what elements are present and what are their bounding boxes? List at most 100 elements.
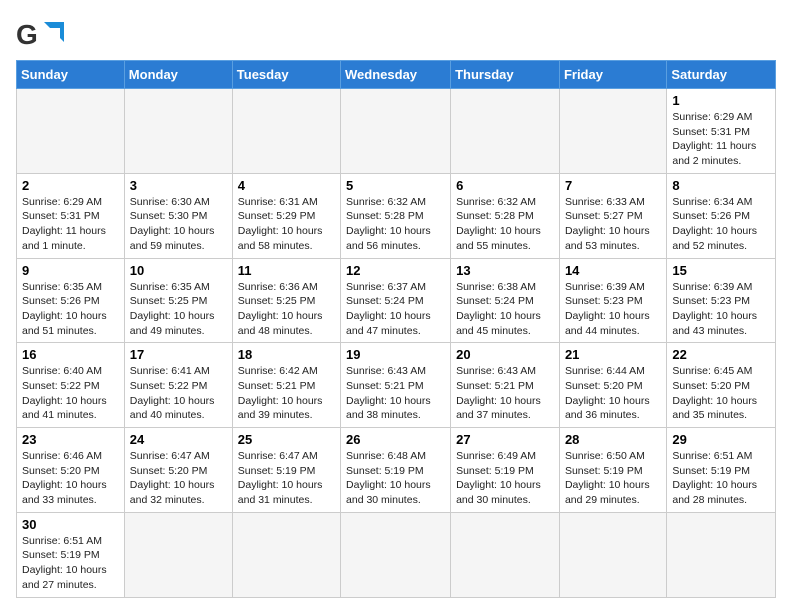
day-info: Sunrise: 6:42 AM Sunset: 5:21 PM Dayligh… (238, 364, 335, 423)
day-info: Sunrise: 6:35 AM Sunset: 5:26 PM Dayligh… (22, 280, 119, 339)
column-header-thursday: Thursday (451, 61, 560, 89)
day-info: Sunrise: 6:32 AM Sunset: 5:28 PM Dayligh… (456, 195, 554, 254)
week-row-5: 23 Sunrise: 6:46 AM Sunset: 5:20 PM Dayli… (17, 428, 776, 513)
day-info: Sunrise: 6:45 AM Sunset: 5:20 PM Dayligh… (672, 364, 770, 423)
day-info: Sunrise: 6:32 AM Sunset: 5:28 PM Dayligh… (346, 195, 445, 254)
logo-icon: G (16, 16, 68, 58)
day-info: Sunrise: 6:43 AM Sunset: 5:21 PM Dayligh… (346, 364, 445, 423)
day-info: Sunrise: 6:33 AM Sunset: 5:27 PM Dayligh… (565, 195, 661, 254)
week-row-4: 16 Sunrise: 6:40 AM Sunset: 5:22 PM Dayli… (17, 343, 776, 428)
calendar-cell: 6Sunrise: 6:32 AM Sunset: 5:28 PM Daylig… (451, 173, 560, 258)
day-number: 12 (346, 263, 445, 278)
day-number: 9 (22, 263, 119, 278)
day-info: Sunrise: 6:47 AM Sunset: 5:20 PM Dayligh… (130, 449, 227, 508)
calendar-cell: 12Sunrise: 6:37 AM Sunset: 5:24 PM Dayli… (341, 258, 451, 343)
calendar-cell: 4Sunrise: 6:31 AM Sunset: 5:29 PM Daylig… (232, 173, 340, 258)
calendar-cell: 18 Sunrise: 6:42 AM Sunset: 5:21 PM Dayli… (232, 343, 340, 428)
calendar-cell: 7 Sunrise: 6:33 AM Sunset: 5:27 PM Daylig… (559, 173, 666, 258)
day-info: Sunrise: 6:29 AM Sunset: 5:31 PM Dayligh… (22, 195, 119, 254)
day-number: 8 (672, 178, 770, 193)
calendar-cell: 10 Sunrise: 6:35 AM Sunset: 5:25 PM Dayli… (124, 258, 232, 343)
day-info: Sunrise: 6:48 AM Sunset: 5:19 PM Dayligh… (346, 449, 445, 508)
calendar-cell: 24 Sunrise: 6:47 AM Sunset: 5:20 PM Dayli… (124, 428, 232, 513)
day-number: 16 (22, 347, 119, 362)
week-row-2: 2Sunrise: 6:29 AM Sunset: 5:31 PM Daylig… (17, 173, 776, 258)
day-info: Sunrise: 6:49 AM Sunset: 5:19 PM Dayligh… (456, 449, 554, 508)
calendar-cell (559, 512, 666, 597)
calendar-cell (341, 89, 451, 174)
day-number: 13 (456, 263, 554, 278)
day-number: 25 (238, 432, 335, 447)
day-info: Sunrise: 6:35 AM Sunset: 5:25 PM Dayligh… (130, 280, 227, 339)
day-number: 17 (130, 347, 227, 362)
calendar-cell: 14 Sunrise: 6:39 AM Sunset: 5:23 PM Dayli… (559, 258, 666, 343)
calendar-cell (341, 512, 451, 597)
column-header-friday: Friday (559, 61, 666, 89)
day-number: 26 (346, 432, 445, 447)
day-info: Sunrise: 6:43 AM Sunset: 5:21 PM Dayligh… (456, 364, 554, 423)
day-info: Sunrise: 6:40 AM Sunset: 5:22 PM Dayligh… (22, 364, 119, 423)
calendar-cell: 13 Sunrise: 6:38 AM Sunset: 5:24 PM Dayli… (451, 258, 560, 343)
day-info: Sunrise: 6:41 AM Sunset: 5:22 PM Dayligh… (130, 364, 227, 423)
calendar-cell: 25 Sunrise: 6:47 AM Sunset: 5:19 PM Dayli… (232, 428, 340, 513)
day-info: Sunrise: 6:51 AM Sunset: 5:19 PM Dayligh… (22, 534, 119, 593)
day-number: 29 (672, 432, 770, 447)
week-row-1: 1 Sunrise: 6:29 AM Sunset: 5:31 PM Daylig… (17, 89, 776, 174)
week-row-3: 9 Sunrise: 6:35 AM Sunset: 5:26 PM Daylig… (17, 258, 776, 343)
day-info: Sunrise: 6:36 AM Sunset: 5:25 PM Dayligh… (238, 280, 335, 339)
column-header-sunday: Sunday (17, 61, 125, 89)
column-header-monday: Monday (124, 61, 232, 89)
day-info: Sunrise: 6:50 AM Sunset: 5:19 PM Dayligh… (565, 449, 661, 508)
day-number: 27 (456, 432, 554, 447)
day-number: 20 (456, 347, 554, 362)
day-info: Sunrise: 6:29 AM Sunset: 5:31 PM Dayligh… (672, 110, 770, 169)
logo: G (16, 16, 68, 50)
calendar-cell: 3Sunrise: 6:30 AM Sunset: 5:30 PM Daylig… (124, 173, 232, 258)
day-info: Sunrise: 6:38 AM Sunset: 5:24 PM Dayligh… (456, 280, 554, 339)
calendar-cell: 23 Sunrise: 6:46 AM Sunset: 5:20 PM Dayli… (17, 428, 125, 513)
calendar-cell: 11 Sunrise: 6:36 AM Sunset: 5:25 PM Dayli… (232, 258, 340, 343)
day-info: Sunrise: 6:46 AM Sunset: 5:20 PM Dayligh… (22, 449, 119, 508)
calendar-cell: 9 Sunrise: 6:35 AM Sunset: 5:26 PM Daylig… (17, 258, 125, 343)
day-number: 7 (565, 178, 661, 193)
page-header: G (16, 16, 776, 50)
calendar-cell: 28Sunrise: 6:50 AM Sunset: 5:19 PM Dayli… (559, 428, 666, 513)
calendar-cell (124, 89, 232, 174)
day-info: Sunrise: 6:39 AM Sunset: 5:23 PM Dayligh… (672, 280, 770, 339)
calendar-cell (559, 89, 666, 174)
day-number: 23 (22, 432, 119, 447)
day-info: Sunrise: 6:44 AM Sunset: 5:20 PM Dayligh… (565, 364, 661, 423)
calendar-table: SundayMondayTuesdayWednesdayThursdayFrid… (16, 60, 776, 598)
calendar-cell: 20 Sunrise: 6:43 AM Sunset: 5:21 PM Dayli… (451, 343, 560, 428)
calendar-cell (17, 89, 125, 174)
day-number: 18 (238, 347, 335, 362)
day-number: 24 (130, 432, 227, 447)
day-number: 1 (672, 93, 770, 108)
week-row-6: 30 Sunrise: 6:51 AM Sunset: 5:19 PM Dayli… (17, 512, 776, 597)
calendar-cell (451, 89, 560, 174)
svg-text:G: G (16, 19, 38, 50)
calendar-cell (451, 512, 560, 597)
calendar-cell: 29Sunrise: 6:51 AM Sunset: 5:19 PM Dayli… (667, 428, 776, 513)
calendar-cell (232, 512, 340, 597)
calendar-cell: 16 Sunrise: 6:40 AM Sunset: 5:22 PM Dayli… (17, 343, 125, 428)
day-info: Sunrise: 6:39 AM Sunset: 5:23 PM Dayligh… (565, 280, 661, 339)
day-number: 11 (238, 263, 335, 278)
day-number: 21 (565, 347, 661, 362)
day-number: 19 (346, 347, 445, 362)
day-number: 10 (130, 263, 227, 278)
calendar-cell (667, 512, 776, 597)
calendar-cell: 5Sunrise: 6:32 AM Sunset: 5:28 PM Daylig… (341, 173, 451, 258)
day-info: Sunrise: 6:47 AM Sunset: 5:19 PM Dayligh… (238, 449, 335, 508)
column-header-tuesday: Tuesday (232, 61, 340, 89)
calendar-cell: 17 Sunrise: 6:41 AM Sunset: 5:22 PM Dayli… (124, 343, 232, 428)
day-number: 30 (22, 517, 119, 532)
calendar-cell: 15Sunrise: 6:39 AM Sunset: 5:23 PM Dayli… (667, 258, 776, 343)
day-number: 14 (565, 263, 661, 278)
calendar-cell: 1 Sunrise: 6:29 AM Sunset: 5:31 PM Daylig… (667, 89, 776, 174)
day-info: Sunrise: 6:31 AM Sunset: 5:29 PM Dayligh… (238, 195, 335, 254)
calendar-cell: 8Sunrise: 6:34 AM Sunset: 5:26 PM Daylig… (667, 173, 776, 258)
calendar-cell: 27 Sunrise: 6:49 AM Sunset: 5:19 PM Dayli… (451, 428, 560, 513)
column-header-saturday: Saturday (667, 61, 776, 89)
calendar-cell: 21 Sunrise: 6:44 AM Sunset: 5:20 PM Dayli… (559, 343, 666, 428)
